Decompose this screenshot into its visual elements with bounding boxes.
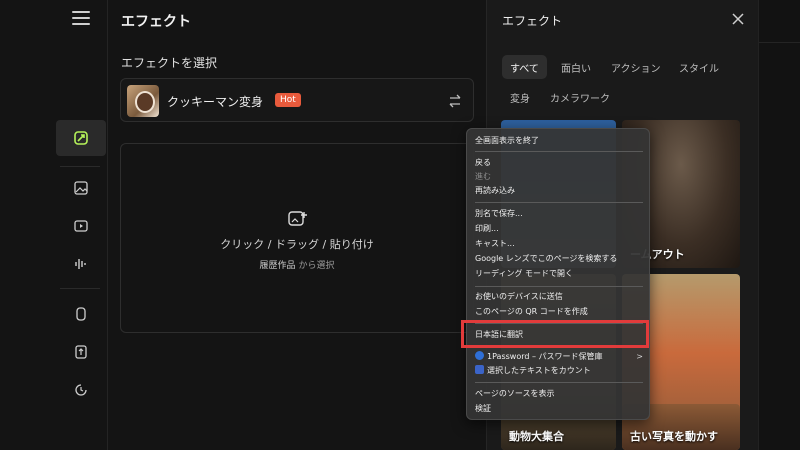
rail-item-audio[interactable] [56, 246, 106, 282]
upload-icon [75, 345, 87, 359]
tab-action[interactable]: アクション [603, 55, 669, 79]
hamburger-menu-icon[interactable] [72, 11, 90, 27]
menu-item-reading-mode[interactable]: リーディング モードで開く [475, 267, 643, 281]
panel-title: エフェクト [502, 14, 563, 28]
video-frame-icon [74, 220, 88, 232]
upload-history-row: 履歴作品 から選択 [121, 258, 473, 271]
word-count-icon [475, 365, 484, 374]
rail-item-history[interactable] [56, 372, 106, 408]
menu-item-reload[interactable]: 再読み込み [475, 184, 643, 198]
menu-item-save-as[interactable]: 別名で保存... [475, 207, 643, 221]
menu-separator [475, 382, 643, 383]
rail-divider [60, 288, 100, 289]
right-edge-panel [758, 0, 800, 450]
menu-item-google-lens[interactable]: Google レンズでこのページを検索する [475, 252, 643, 266]
tab-style[interactable]: スタイル [671, 55, 727, 79]
effect-thumbnail [127, 85, 159, 117]
history-icon [75, 384, 87, 396]
menu-separator [475, 151, 643, 152]
tile-label: 古い写真を動かす [630, 430, 718, 443]
context-menu: 全画面表示を終了 戻る 進む 再読み込み 別名で保存... 印刷... キャスト… [466, 128, 650, 420]
image-icon [74, 181, 88, 195]
swap-icon[interactable] [447, 93, 463, 109]
tab-camerawork[interactable]: カメラワーク [542, 85, 618, 109]
rail-divider [60, 166, 100, 167]
select-effect-label: エフェクトを選択 [121, 56, 218, 70]
menu-item-inspect[interactable]: 検証 [475, 402, 643, 416]
sparkle-badge-icon [74, 131, 88, 145]
left-rail [0, 0, 108, 450]
history-works-link[interactable]: 履歴作品 [260, 261, 296, 271]
menu-item-count-text[interactable]: 選択したテキストをカウント [475, 364, 643, 378]
tile-label: 動物大集合 [509, 430, 564, 443]
close-icon[interactable] [731, 12, 745, 26]
rail-item-upload[interactable] [56, 334, 106, 370]
menu-item-cast[interactable]: キャスト... [475, 237, 643, 251]
menu-item-send-to-device[interactable]: お使いのデバイスに送信 [475, 290, 643, 304]
menu-item-exit-fullscreen[interactable]: 全画面表示を終了 [475, 134, 643, 148]
tab-funny[interactable]: 面白い [553, 55, 599, 79]
hot-badge: Hot [275, 93, 301, 107]
annotation-highlight-box [461, 320, 649, 348]
menu-separator [475, 202, 643, 203]
rail-item-effects[interactable] [56, 120, 106, 156]
upload-dropzone[interactable]: クリック / ドラッグ / 貼り付け 履歴作品 から選択 [120, 143, 474, 333]
1password-icon [475, 351, 484, 360]
menu-item-label: 1Password – パスワード保管庫 [487, 352, 603, 361]
menu-item-print[interactable]: 印刷... [475, 222, 643, 236]
waveform-icon [75, 259, 86, 269]
rail-item-video[interactable] [56, 208, 106, 244]
rail-item-image[interactable] [56, 170, 106, 206]
menu-item-forward: 進む [475, 172, 491, 181]
menu-item-view-source[interactable]: ページのソースを表示 [475, 387, 643, 401]
menu-item-1password[interactable]: 1Password – パスワード保管庫 > [475, 350, 643, 364]
menu-item-label: 選択したテキストをカウント [487, 366, 591, 375]
main-panel: エフェクト エフェクトを選択 クッキーマン変身 Hot クリック / ドラッグ … [108, 0, 486, 450]
add-image-icon [288, 211, 307, 226]
tab-transform[interactable]: 変身 [502, 85, 538, 109]
tab-all[interactable]: すべて [502, 55, 547, 79]
page-title: エフェクト [121, 14, 191, 30]
cube-icon [76, 307, 86, 321]
menu-separator [475, 286, 643, 287]
history-suffix: から選択 [298, 261, 335, 271]
rail-item-model[interactable] [56, 296, 106, 332]
effect-name: クッキーマン変身 [167, 95, 264, 109]
upload-instruction: クリック / ドラッグ / 貼り付け [220, 238, 374, 251]
menu-item-back[interactable]: 戻る [475, 156, 643, 170]
menu-item-qr-code[interactable]: このページの QR コードを作成 [475, 305, 643, 319]
submenu-arrow-icon: > [636, 352, 643, 361]
selected-effect-card[interactable]: クッキーマン変身 Hot [120, 78, 474, 122]
